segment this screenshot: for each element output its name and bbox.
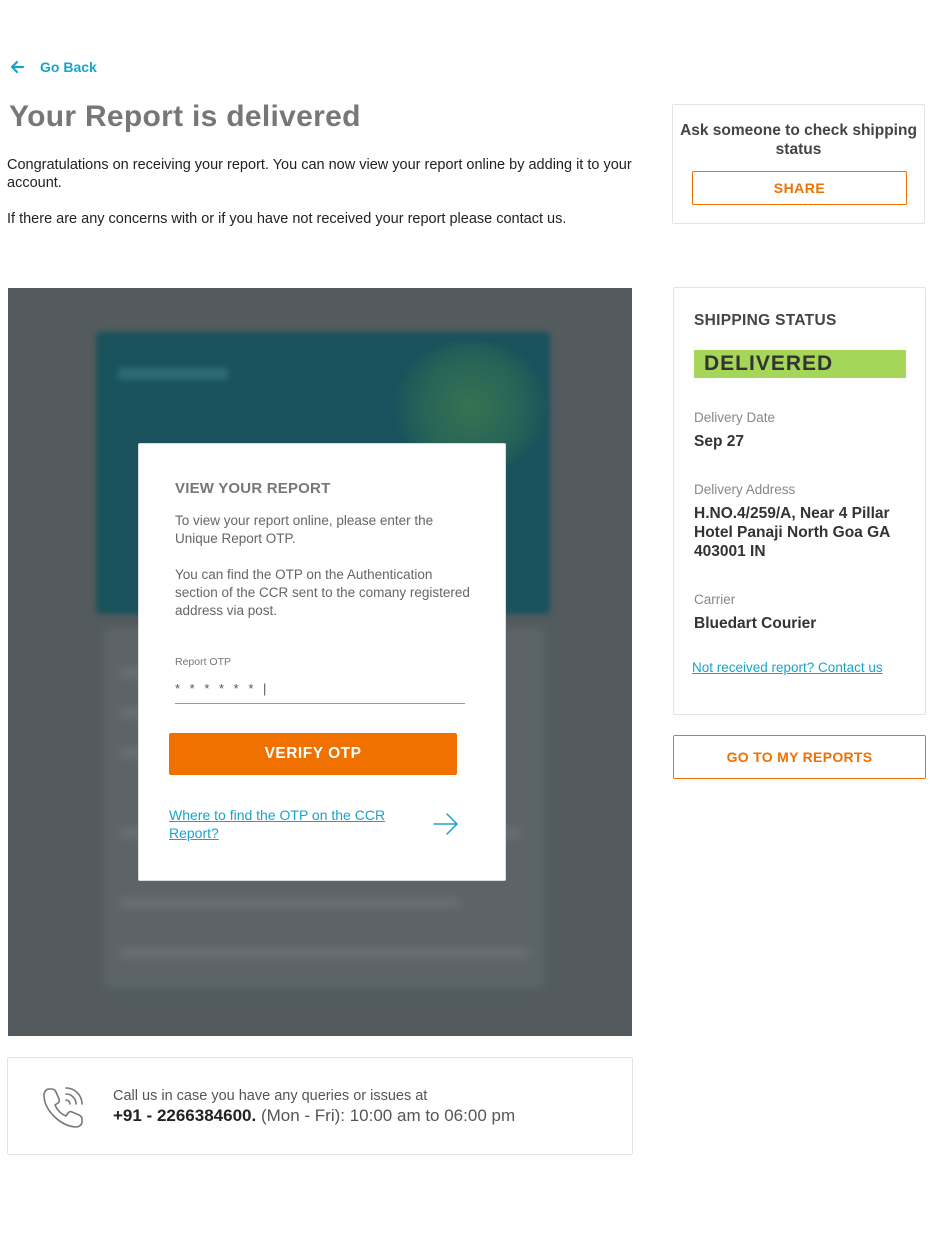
share-button[interactable]: SHARE <box>692 171 907 205</box>
view-report-card: VIEW YOUR REPORT To view your report onl… <box>138 443 506 881</box>
verify-otp-button[interactable]: VERIFY OTP <box>169 733 457 775</box>
contact-phone[interactable]: +91 - 2266384600. <box>113 1106 256 1125</box>
arrow-right-icon <box>433 813 458 835</box>
otp-input[interactable] <box>175 674 465 704</box>
delivery-date-label: Delivery Date <box>694 410 776 425</box>
delivery-address-value: H.NO.4/259/A, Near 4 Pillar Hotel Panaji… <box>694 505 890 560</box>
status-badge: DELIVERED <box>694 350 906 378</box>
carrier-label: Carrier <box>694 592 736 607</box>
share-question: Ask someone to check shipping status <box>680 122 917 158</box>
otp-instruction-1: To view your report online, please enter… <box>175 513 434 546</box>
contact-banner: Call us in case you have any queries or … <box>7 1057 633 1155</box>
intro-text: Congratulations on receiving your report… <box>7 156 632 228</box>
intro-paragraph-1: Congratulations on receiving your report… <box>7 157 632 191</box>
contact-lead-text: Call us in case you have any queries or … <box>113 1088 428 1104</box>
page-title: Your Report is delivered <box>9 100 361 133</box>
otp-instruction-2: You can find the OTP on the Authenticati… <box>175 567 470 618</box>
blurred-line <box>120 898 460 908</box>
blurred-line <box>118 368 228 380</box>
shipping-status-card: SHIPPING STATUS DELIVERED Delivery Date … <box>673 287 926 715</box>
shipping-status-heading: SHIPPING STATUS <box>694 312 837 329</box>
intro-paragraph-2: If there are any concerns with or if you… <box>7 211 567 227</box>
go-back-label: Go Back <box>40 59 97 75</box>
carrier-value: Bluedart Courier <box>694 615 817 632</box>
go-to-my-reports-button[interactable]: GO TO MY REPORTS <box>673 735 926 779</box>
otp-field-label: Report OTP <box>175 656 232 668</box>
share-card: Ask someone to check shipping status SHA… <box>672 104 925 224</box>
contact-us-link[interactable]: Not received report? Contact us <box>692 660 883 675</box>
arrow-left-icon <box>10 60 25 74</box>
delivery-address-label: Delivery Address <box>694 482 796 497</box>
go-back-link[interactable]: Go Back <box>8 58 97 76</box>
otp-help-link[interactable]: Where to find the OTP on the CCR Report? <box>169 804 459 844</box>
otp-card-heading: VIEW YOUR REPORT <box>175 480 331 497</box>
otp-help-link-text: Where to find the OTP on the CCR Report? <box>169 807 386 841</box>
delivery-date-value: Sep 27 <box>694 433 744 450</box>
contact-hours: (Mon - Fri): 10:00 am to 06:00 pm <box>260 1106 516 1125</box>
blurred-line <box>120 948 530 958</box>
contact-details: +91 - 2266384600. (Mon - Fri): 10:00 am … <box>113 1106 515 1126</box>
phone-icon <box>43 1087 83 1128</box>
